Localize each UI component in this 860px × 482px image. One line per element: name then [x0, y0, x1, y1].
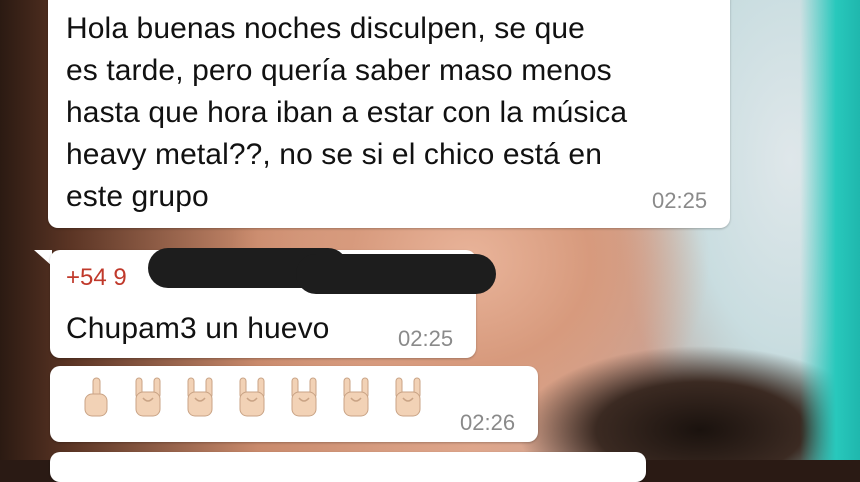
message-timestamp: 02:25 [652, 188, 708, 213]
message-timestamp: 02:25 [398, 326, 454, 351]
emoji-row [80, 376, 424, 420]
rock-hand-icon [135, 377, 161, 417]
middle-finger-icon [84, 377, 108, 417]
message-bubble-4-partial[interactable] [50, 452, 646, 482]
message-timestamp: 02:26 [460, 410, 516, 435]
message-bubble-1[interactable]: Hola buenas noches disculpen, se que es … [48, 0, 730, 228]
rock-hand-icon [291, 377, 317, 417]
message-text: Chupam3 un huevo [66, 312, 330, 345]
background-teal-edge [800, 0, 860, 460]
rock-hand-icon [343, 377, 369, 417]
rock-hand-icon [395, 377, 421, 417]
message-text: Hola buenas noches disculpen, se que es … [66, 12, 628, 213]
rock-hand-icon [187, 377, 213, 417]
sender-phone: +54 9 [66, 264, 127, 291]
message-bubble-3[interactable]: 02:26 [50, 366, 538, 442]
redaction-bar [296, 254, 496, 294]
rock-hand-icon [239, 377, 265, 417]
